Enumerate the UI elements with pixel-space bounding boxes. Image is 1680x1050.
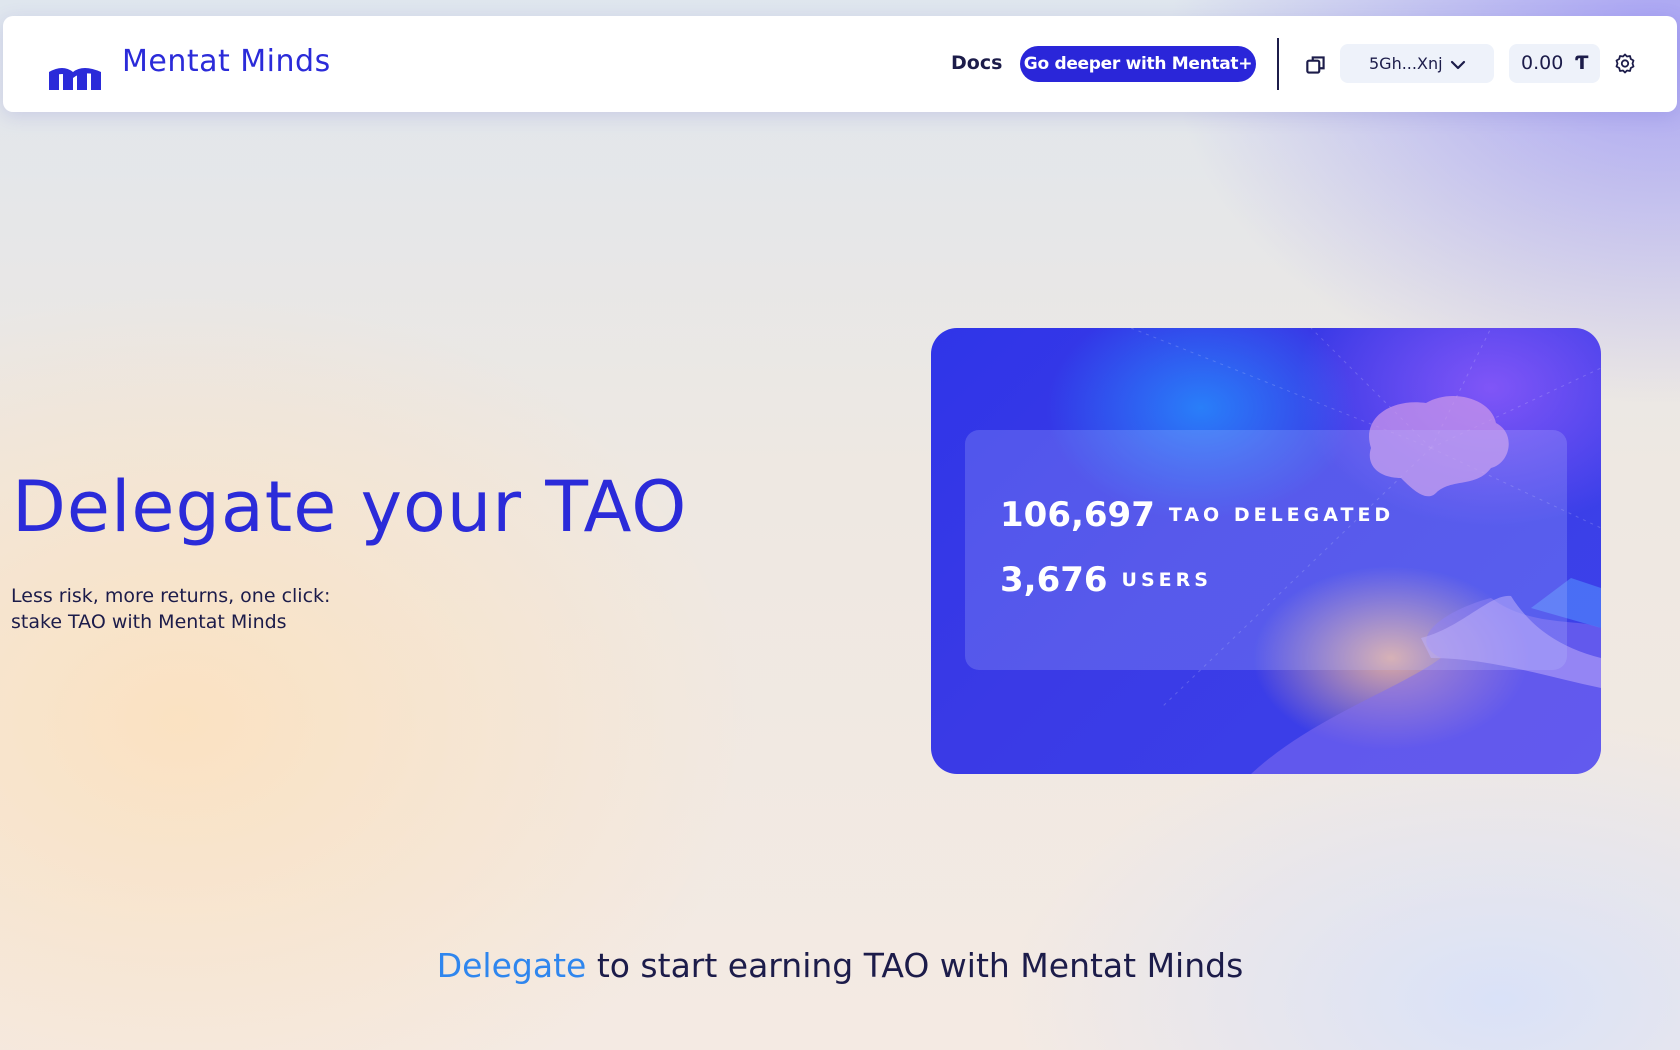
stat-tao-delegated-label: TAO DELEGATED bbox=[1168, 504, 1395, 526]
copy-icon[interactable] bbox=[1303, 52, 1329, 78]
brand-name[interactable]: Mentat Minds bbox=[122, 44, 331, 79]
delegate-cta-text: to start earning TAO with Mentat Minds bbox=[586, 946, 1244, 985]
delegate-cta-heading: Delegate to start earning TAO with Menta… bbox=[0, 946, 1680, 985]
top-navbar: Mentat Minds Docs Go deeper with Mentat+… bbox=[3, 16, 1677, 112]
balance-display[interactable]: 0.00 Ƭ bbox=[1509, 44, 1600, 83]
balance-value: 0.00 bbox=[1521, 52, 1564, 74]
stats-card: 106,697 TAO DELEGATED 3,676 USERS bbox=[931, 328, 1601, 774]
stats-panel: 106,697 TAO DELEGATED 3,676 USERS bbox=[965, 430, 1567, 670]
stat-tao-delegated-value: 106,697 bbox=[1000, 495, 1155, 535]
wallet-selector[interactable]: 5Gh...Xnj bbox=[1340, 44, 1494, 83]
hero-subtitle-line1: Less risk, more returns, one click: bbox=[11, 585, 331, 607]
delegate-link[interactable]: Delegate bbox=[437, 946, 587, 985]
stat-users: 3,676 USERS bbox=[1000, 560, 1212, 600]
stat-tao-delegated: 106,697 TAO DELEGATED bbox=[1000, 495, 1394, 535]
tao-symbol: Ƭ bbox=[1575, 52, 1589, 74]
mentat-logo-icon[interactable] bbox=[49, 66, 105, 94]
mentat-plus-button[interactable]: Go deeper with Mentat+ bbox=[1020, 46, 1256, 82]
hero-title: Delegate your TAO bbox=[12, 466, 688, 548]
docs-link[interactable]: Docs bbox=[951, 52, 1002, 74]
wallet-address: 5Gh...Xnj bbox=[1369, 54, 1443, 73]
hero-subtitle: Less risk, more returns, one click: stak… bbox=[11, 583, 391, 635]
gear-icon[interactable] bbox=[1613, 52, 1637, 76]
stat-users-value: 3,676 bbox=[1000, 560, 1108, 600]
stat-users-label: USERS bbox=[1121, 569, 1212, 591]
chevron-down-icon bbox=[1450, 60, 1466, 70]
hero-subtitle-line2: stake TAO with Mentat Minds bbox=[11, 611, 287, 633]
nav-divider bbox=[1277, 38, 1279, 90]
